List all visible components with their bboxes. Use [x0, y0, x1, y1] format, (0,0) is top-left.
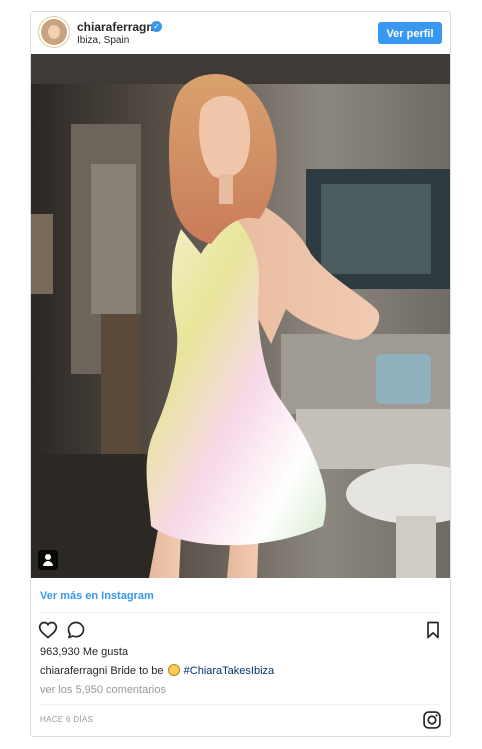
heart-icon[interactable]	[38, 620, 58, 640]
caption-text: Bride to be	[110, 665, 164, 677]
photo-illustration	[31, 54, 450, 578]
post-header: chiaraferragni ✓ Ibiza, Spain Ver perfil	[31, 12, 450, 54]
bookmark-icon[interactable]	[423, 620, 443, 640]
emoji-icon	[167, 664, 180, 676]
instagram-embed-card: chiaraferragni ✓ Ibiza, Spain Ver perfil	[30, 11, 451, 737]
caption-username[interactable]: chiaraferragni	[40, 665, 107, 677]
caption: chiaraferragni Bride to be #ChiaraTakesI…	[40, 664, 274, 678]
view-comments-link[interactable]: ver los 5,950 comentarios	[40, 683, 166, 697]
post-date: HACE 6 DÍAS	[40, 715, 94, 724]
avatar[interactable]	[41, 19, 67, 45]
caption-hashtag[interactable]: #ChiaraTakesIbiza	[184, 665, 275, 677]
instagram-icon[interactable]	[422, 710, 442, 730]
user-tag-icon[interactable]	[38, 550, 58, 570]
verified-badge-icon: ✓	[151, 21, 162, 32]
username[interactable]: chiaraferragni	[77, 20, 157, 34]
post-photo[interactable]	[31, 54, 450, 578]
comment-icon[interactable]	[66, 620, 86, 640]
divider	[40, 704, 441, 705]
location[interactable]: Ibiza, Spain	[77, 35, 129, 47]
likes-count: 963,930 Me gusta	[40, 646, 129, 658]
view-more-link[interactable]: Ver más en Instagram	[40, 589, 154, 603]
divider	[40, 612, 441, 613]
view-profile-button[interactable]: Ver perfil	[378, 22, 442, 44]
